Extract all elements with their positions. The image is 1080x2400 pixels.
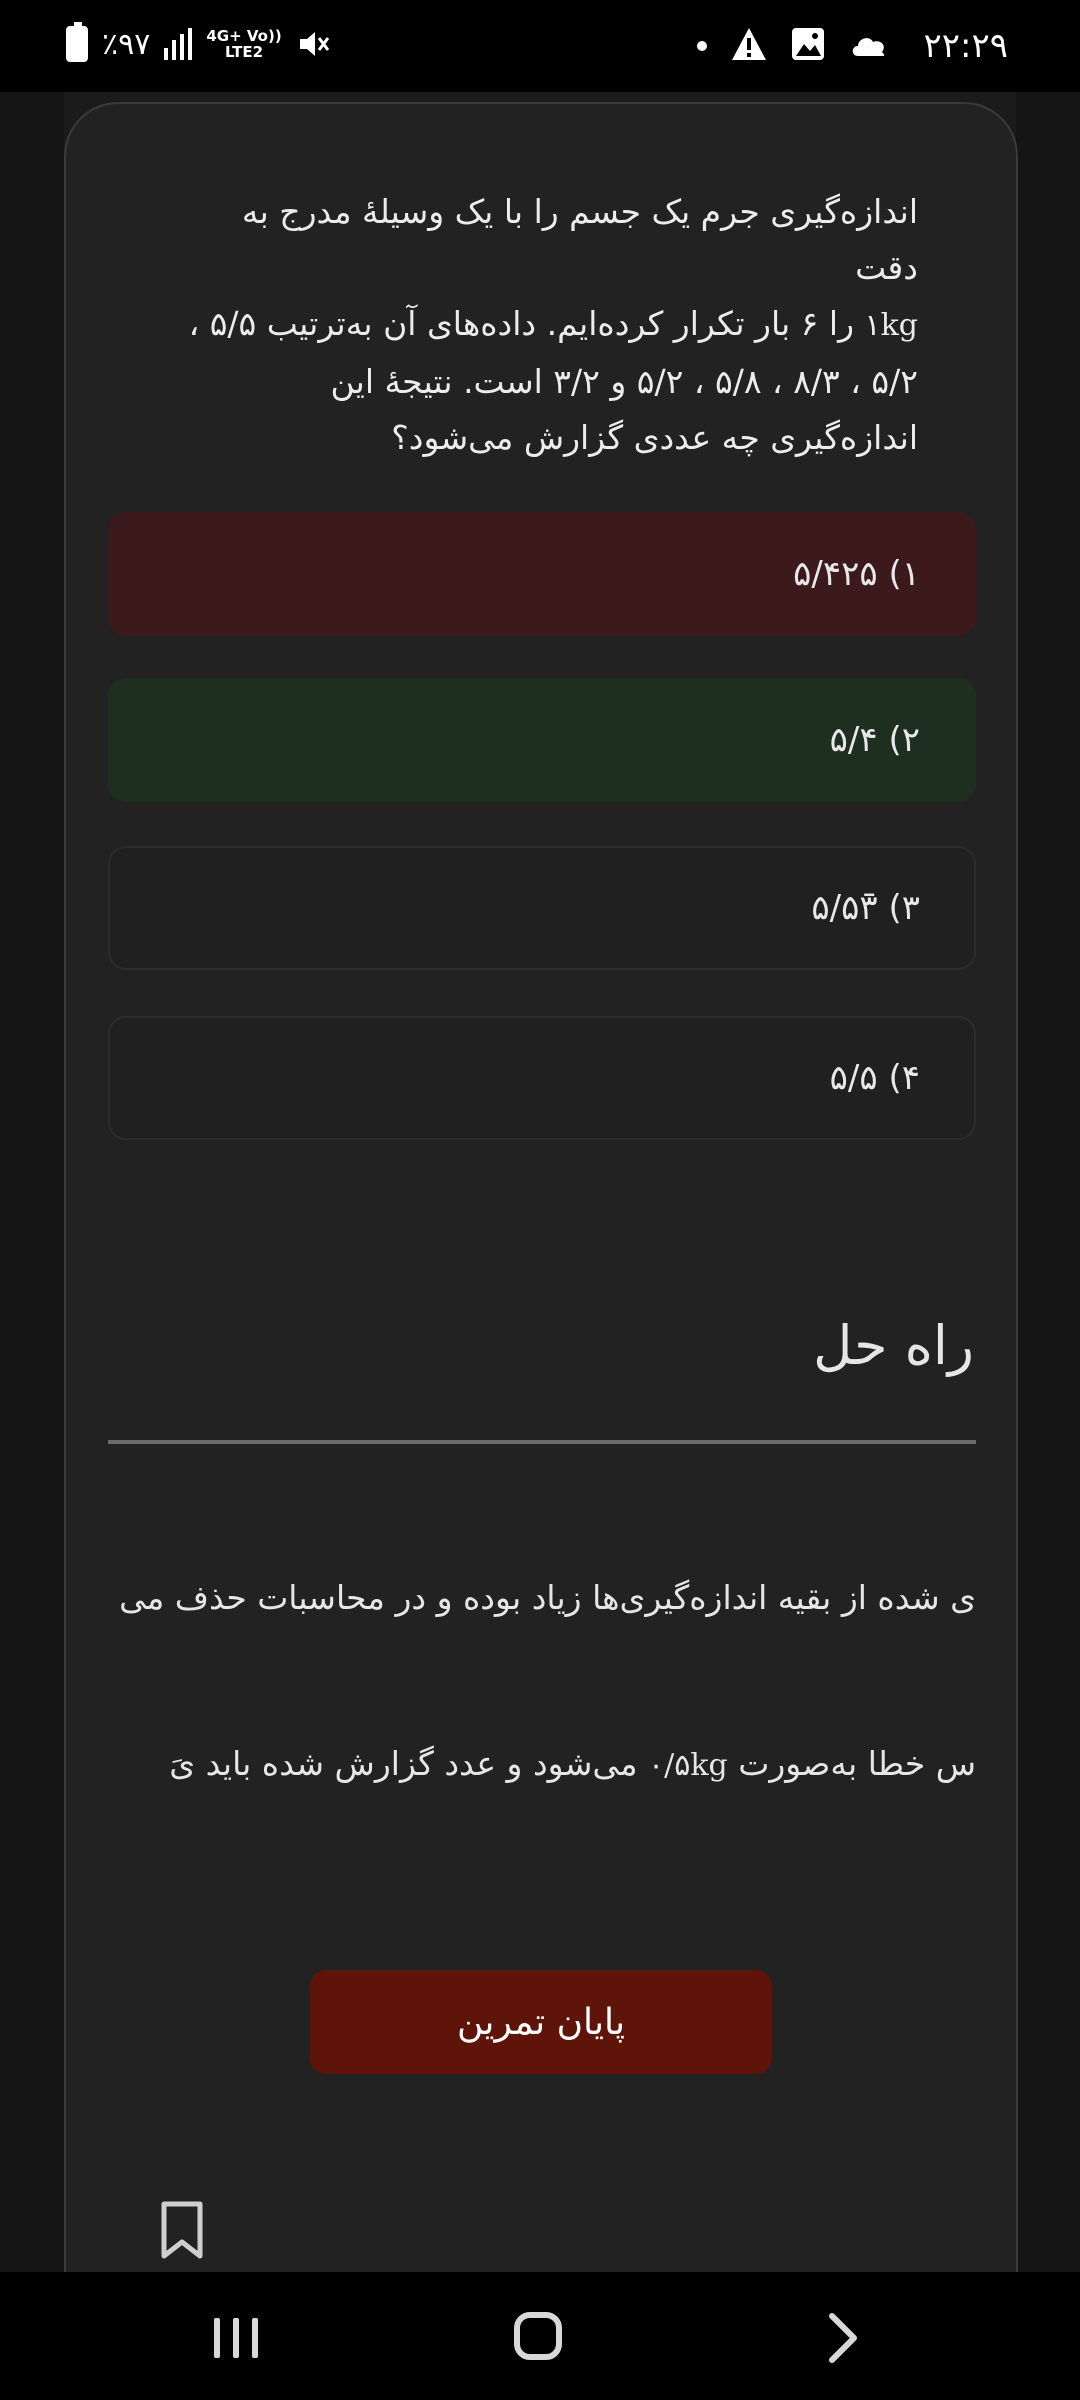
- status-left-group: ٪۹۷ 4G+ Vo)) LTE2: [66, 22, 330, 62]
- signal-icon: [164, 28, 193, 60]
- option-4-label: ۴) ۵/۵: [829, 1058, 920, 1098]
- status-bar: ٪۹۷ 4G+ Vo)) LTE2 ۲۲:۲۹: [0, 0, 1080, 92]
- option-1-label: ۱) ۵/۴۲۵: [793, 554, 920, 594]
- bookmark-icon[interactable]: [158, 2200, 206, 2260]
- solution-line-2-end: می‌شود و عدد گزارش شده باید یَ: [169, 1744, 649, 1783]
- solution-unit: ۰/۵kg: [648, 1748, 728, 1783]
- background-right: [1016, 92, 1080, 2272]
- option-4[interactable]: ۴) ۵/۵: [108, 1016, 976, 1140]
- option-3-label: ۳) ۵/۵۳̄: [811, 888, 920, 928]
- network-top-label: 4G+ Vo)): [206, 27, 282, 45]
- question-line-2-text: را ۶ بار تکرار کرده‌ایم. داده‌های آن به‌…: [188, 304, 865, 343]
- status-notification-icons: [696, 24, 890, 64]
- network-type: 4G+ Vo)) LTE2: [206, 28, 281, 60]
- background-left: [0, 92, 64, 2272]
- cloud-icon: [852, 38, 885, 56]
- status-time: ۲۲:۲۹: [923, 26, 1008, 66]
- option-3[interactable]: ۳) ۵/۵۳̄: [108, 846, 976, 970]
- option-2-correct[interactable]: ۲) ۵/۴: [108, 678, 976, 802]
- home-icon[interactable]: [514, 2312, 562, 2360]
- solution-line-2-start: س خطا به‌صورت: [727, 1744, 976, 1783]
- option-2-label: ۲) ۵/۴: [829, 720, 920, 760]
- question-unit: ۱kg: [864, 308, 919, 343]
- question-text: اندازه‌گیری جرم یک جسم را با یک وسیلهٔ م…: [176, 184, 918, 466]
- recents-icon[interactable]: [214, 2318, 258, 2358]
- battery-icon: [66, 22, 88, 62]
- warning-icon: [732, 28, 766, 60]
- option-1-wrong[interactable]: ۱) ۵/۴۲۵: [108, 512, 976, 636]
- solution-line-1[interactable]: ی شده از بقیه اندازه‌گیری‌ها زیاد بوده و…: [108, 1566, 976, 1630]
- solution-line-2[interactable]: س خطا به‌صورت ۰/۵kg می‌شود و عدد گزارش ش…: [108, 1732, 976, 1796]
- question-line-3: ۵/۲ ، ۸/۳ ، ۵/۸ ، ۵/۲ و ۳/۲ است. نتیجهٔ …: [330, 362, 918, 401]
- finish-exercise-button[interactable]: پایان تمرین: [310, 1970, 772, 2074]
- dot-icon: [697, 41, 707, 51]
- mute-icon: [299, 32, 329, 56]
- question-line-4: اندازه‌گیری چه عددی گزارش می‌شود؟: [391, 418, 918, 457]
- divider: [108, 1440, 976, 1444]
- navigation-bar: [0, 2272, 1080, 2400]
- question-line-1: اندازه‌گیری جرم یک جسم را با یک وسیلهٔ م…: [241, 192, 918, 287]
- question-line-2: ۱kg را ۶ بار تکرار کرده‌ایم. داده‌های آن…: [176, 296, 918, 354]
- image-icon: [792, 28, 824, 60]
- back-icon[interactable]: [820, 2312, 864, 2364]
- solution-title: راه حل: [813, 1314, 974, 1377]
- network-bottom-label: LTE2: [225, 43, 264, 61]
- question-card: اندازه‌گیری جرم یک جسم را با یک وسیلهٔ م…: [64, 102, 1018, 2282]
- battery-level: ٪۹۷: [102, 26, 151, 62]
